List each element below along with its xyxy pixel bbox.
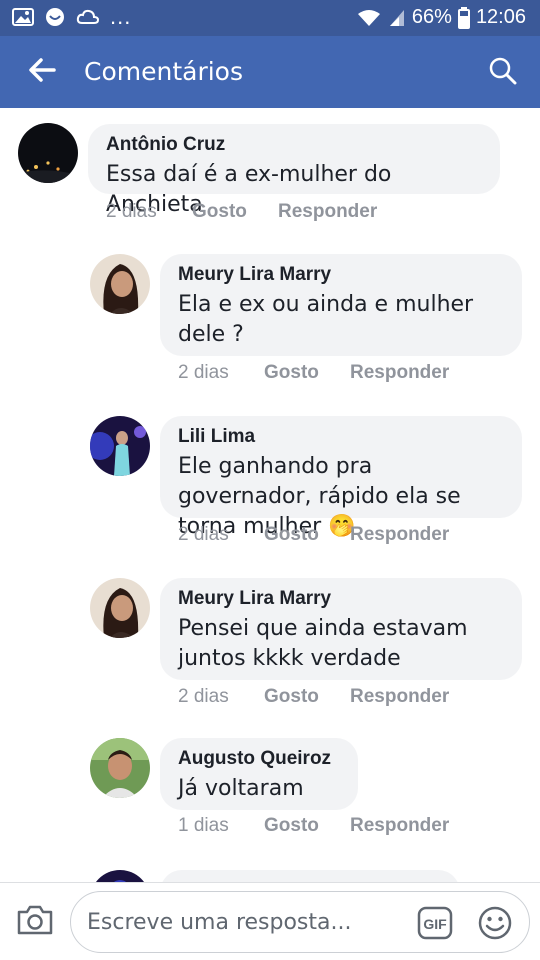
- cloud-icon: [76, 7, 100, 27]
- comment-time: 2 dias: [178, 524, 229, 545]
- back-button[interactable]: [22, 54, 62, 90]
- avatar[interactable]: [90, 738, 150, 798]
- camera-button[interactable]: [16, 903, 56, 943]
- comment: Antônio Cruz Essa daí é a ex-mulher do A…: [0, 108, 540, 238]
- like-button[interactable]: Gosto: [192, 201, 278, 223]
- comment-bubble[interactable]: Meury Lira Marry Ela e ex ou ainda e mul…: [160, 254, 522, 356]
- signal-icon: [388, 8, 406, 28]
- clock: 12:06: [475, 6, 526, 28]
- search-button[interactable]: [488, 56, 520, 88]
- comment-text: Pensei que ainda estavam juntos kkkk ver…: [178, 616, 468, 671]
- comment-partial: [0, 854, 540, 882]
- reply-input-box[interactable]: GIF: [70, 891, 530, 953]
- reply-button[interactable]: Responder: [350, 686, 449, 708]
- like-button[interactable]: Gosto: [264, 524, 350, 546]
- overflow-notifications: ...: [110, 4, 132, 29]
- camera-icon: [16, 905, 54, 941]
- page-title: Comentários: [84, 57, 243, 86]
- comment-actions: 2 dias Gosto Responder: [178, 524, 449, 546]
- comment-actions: 1 dias Gosto Responder: [178, 815, 449, 837]
- comment: Meury Lira Marry Ela e ex ou ainda e mul…: [0, 238, 540, 400]
- app-bar: Comentários: [0, 36, 540, 108]
- reply-button[interactable]: Responder: [278, 201, 377, 223]
- comment-time: 1 dias: [178, 815, 229, 836]
- like-button[interactable]: Gosto: [264, 686, 350, 708]
- smiley-notification-icon: [44, 6, 66, 28]
- comment-bubble[interactable]: Antônio Cruz Essa daí é a ex-mulher do A…: [88, 124, 500, 217]
- comment-author[interactable]: Meury Lira Marry: [178, 588, 504, 610]
- comment-bubble[interactable]: Augusto Queiroz Já voltaram: [160, 738, 358, 810]
- comment-actions: 2 dias Gosto Responder: [178, 686, 449, 708]
- reply-button[interactable]: Responder: [350, 524, 449, 546]
- wifi-icon: [356, 8, 382, 28]
- comment-time: 2 dias: [106, 201, 157, 222]
- comment: Lili Lima Ele ganhando pra governador, r…: [0, 400, 540, 562]
- comment: Meury Lira Marry Pensei que ainda estava…: [0, 562, 540, 724]
- comment-author[interactable]: Augusto Queiroz: [178, 748, 340, 770]
- avatar[interactable]: [90, 416, 150, 476]
- gallery-icon: [12, 7, 34, 27]
- comment-bubble[interactable]: [160, 870, 460, 882]
- comment-time: 2 dias: [178, 362, 229, 383]
- reply-button[interactable]: Responder: [350, 815, 449, 837]
- gif-label: GIF: [423, 916, 447, 932]
- search-icon: [488, 57, 518, 90]
- reply-button[interactable]: Responder: [350, 362, 449, 384]
- avatar[interactable]: [90, 578, 150, 638]
- like-button[interactable]: Gosto: [264, 815, 350, 837]
- like-button[interactable]: Gosto: [264, 362, 350, 384]
- status-bar: ... 66% 12:06: [0, 0, 540, 36]
- comment-bubble[interactable]: Lili Lima Ele ganhando pra governador, r…: [160, 416, 522, 539]
- reply-composer: GIF: [0, 882, 540, 960]
- comment-actions: 2 dias Gosto Responder: [106, 201, 377, 223]
- comment-author[interactable]: Lili Lima: [178, 426, 504, 448]
- emoji-icon: [477, 906, 513, 945]
- emoji-button[interactable]: [477, 905, 513, 941]
- back-arrow-icon: [28, 57, 56, 87]
- gif-button[interactable]: GIF: [417, 906, 453, 940]
- comment-text: Ela e ex ou ainda e mulher dele ?: [178, 292, 474, 347]
- reply-input[interactable]: [87, 906, 407, 938]
- comment-text: Já voltaram: [178, 776, 304, 801]
- comment-bubble[interactable]: Meury Lira Marry Pensei que ainda estava…: [160, 578, 522, 680]
- comment-actions: 2 dias Gosto Responder: [178, 362, 449, 384]
- battery-percent: 66%: [411, 6, 452, 28]
- comment-author[interactable]: Antônio Cruz: [106, 134, 482, 156]
- avatar[interactable]: [18, 123, 78, 183]
- avatar[interactable]: [90, 870, 150, 882]
- battery-icon: [457, 6, 470, 29]
- comment: Augusto Queiroz Já voltaram 1 dias Gosto…: [0, 724, 540, 854]
- comment-time: 2 dias: [178, 686, 229, 707]
- avatar[interactable]: [90, 254, 150, 314]
- comment-author[interactable]: Meury Lira Marry: [178, 264, 504, 286]
